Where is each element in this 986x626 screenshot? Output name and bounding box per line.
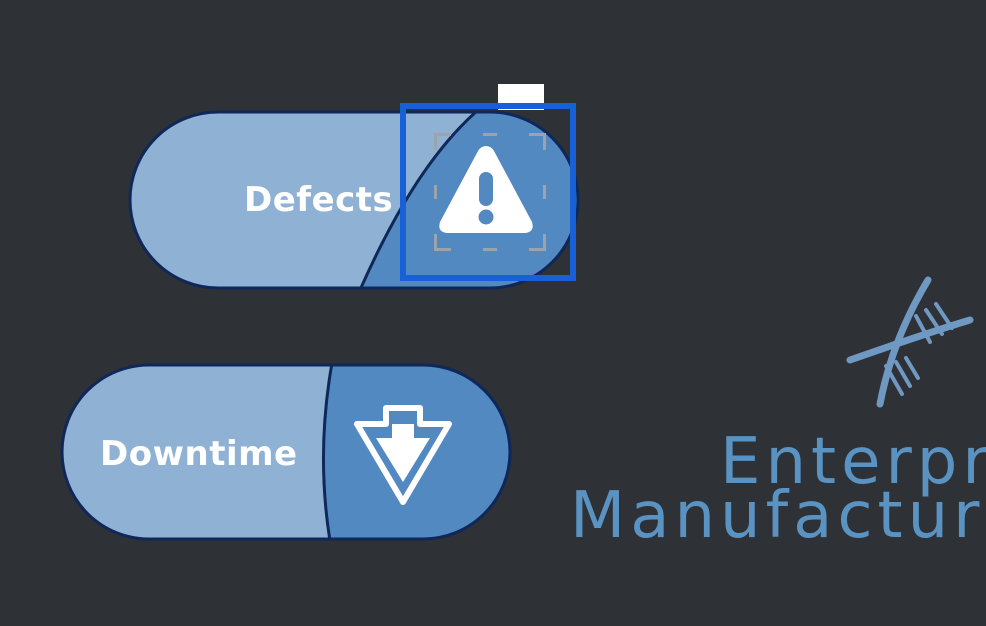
selection-handle-right[interactable]	[543, 185, 546, 199]
selection-handle-bottom-right[interactable]	[529, 234, 546, 251]
brand-name-line2: Manufactur	[570, 479, 985, 553]
selection-handle-left[interactable]	[434, 185, 437, 199]
arrow-down-shield-icon[interactable]	[352, 402, 454, 508]
selection-handle-bottom[interactable]	[483, 248, 497, 251]
selection-handle-top[interactable]	[483, 133, 497, 136]
icon-selection-box[interactable]	[400, 103, 576, 281]
dna-helix-icon	[846, 276, 974, 408]
selection-handle-bottom-left[interactable]	[434, 234, 451, 251]
selection-handle-top-left[interactable]	[434, 133, 451, 150]
selection-handle-top-right[interactable]	[529, 133, 546, 150]
selection-inner-frame	[434, 133, 546, 251]
defects-button-label: Defects	[244, 180, 394, 220]
downtime-button-label: Downtime	[100, 434, 298, 474]
